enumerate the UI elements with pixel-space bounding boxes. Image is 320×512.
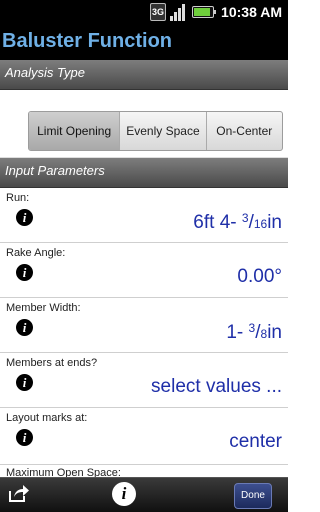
share-icon-graphic	[9, 485, 29, 502]
info-icon[interactable]: i	[16, 319, 33, 336]
param-row-rake-angle[interactable]: Rake Angle: i 0.00°	[0, 243, 288, 298]
fraction-denominator: 16	[253, 217, 268, 231]
signal-strength-icon	[170, 3, 188, 21]
value-unit: in	[267, 322, 282, 343]
param-row-layout-marks[interactable]: Layout marks at: i center	[0, 408, 288, 465]
segment-evenly-space[interactable]: Evenly Space	[120, 112, 207, 150]
param-label: Layout marks at:	[6, 412, 88, 424]
param-label: Members at ends?	[6, 357, 98, 369]
param-value-rake-angle[interactable]: 0.00°	[237, 266, 282, 288]
param-row-members-at-ends[interactable]: Members at ends? i select values ...	[0, 353, 288, 408]
param-row-maximum-open-space[interactable]: Maximum Open Space:	[0, 465, 288, 477]
info-icon[interactable]: i	[16, 264, 33, 281]
param-label: Run:	[6, 192, 30, 204]
segment-on-center[interactable]: On-Center	[207, 112, 282, 150]
segment-limit-opening[interactable]: Limit Opening	[29, 112, 121, 150]
param-label: Maximum Open Space:	[6, 467, 121, 477]
param-label: Member Width:	[6, 302, 81, 314]
battery-icon	[192, 6, 217, 18]
param-value-member-width[interactable]: 1- 3/8in	[226, 321, 282, 344]
bottom-toolbar: i Done	[0, 477, 288, 512]
network-3g-icon: 3G	[150, 3, 167, 21]
status-clock: 10:38 AM	[221, 4, 282, 20]
analysis-type-segmented-control: Limit Opening Evenly Space On-Center	[28, 111, 283, 151]
share-icon[interactable]	[6, 483, 32, 507]
page-title: Baluster Function	[2, 30, 173, 52]
param-row-run[interactable]: Run: i 6ft 4- 3/16in	[0, 188, 288, 243]
value-unit: in	[267, 212, 282, 233]
info-icon[interactable]: i	[16, 429, 33, 446]
param-value-run[interactable]: 6ft 4- 3/16in	[193, 211, 282, 234]
param-row-member-width[interactable]: Member Width: i 1- 3/8in	[0, 298, 288, 353]
status-bar: 3G 10:38 AM	[0, 0, 288, 25]
value-main: 1-	[226, 322, 249, 343]
value-main: 6ft 4-	[193, 212, 242, 233]
param-label: Rake Angle:	[6, 247, 66, 259]
done-button[interactable]: Done	[234, 483, 272, 509]
info-button[interactable]: i	[112, 482, 136, 506]
info-icon[interactable]: i	[16, 209, 33, 226]
analysis-type-section: Limit Opening Evenly Space On-Center	[0, 90, 288, 158]
status-icons: 3G 10:38 AM	[150, 3, 282, 21]
fraction-numerator: 3	[241, 211, 249, 225]
title-bar: Baluster Function	[0, 25, 288, 60]
param-value-members-at-ends[interactable]: select values ...	[151, 376, 282, 398]
info-icon[interactable]: i	[16, 374, 33, 391]
param-value-layout-marks[interactable]: center	[229, 431, 282, 453]
analysis-type-header: Analysis Type	[0, 60, 288, 90]
input-parameters-header: Input Parameters	[0, 158, 288, 188]
